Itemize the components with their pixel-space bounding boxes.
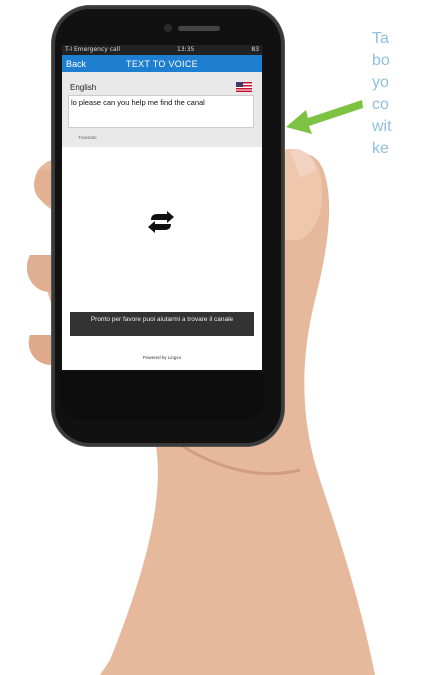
source-panel: English lo please can you help me find t…: [62, 72, 262, 147]
front-camera: [164, 24, 172, 32]
back-button[interactable]: Back: [66, 59, 86, 69]
annotation-line: ke: [372, 140, 389, 157]
source-text-input[interactable]: lo please can you help me find the canal: [68, 95, 254, 128]
translate-button[interactable]: Translate: [78, 135, 97, 140]
status-left: T-I Emergency call: [65, 46, 121, 53]
annotation-line: Ta: [372, 30, 389, 47]
pointer-arrow: [286, 100, 363, 134]
annotation-line: co: [372, 96, 389, 113]
status-time: 13:35: [177, 46, 195, 53]
phone-bezel-bottom: [60, 372, 264, 420]
translation-result: Pronto per favore puoi aiutarmi a trovar…: [70, 312, 254, 336]
status-right: 83: [251, 46, 259, 53]
us-flag-icon[interactable]: [236, 82, 252, 92]
annotation-line: wit: [372, 118, 392, 135]
powered-by-label: Powered by Lingvo: [142, 355, 182, 360]
page-title: TEXT TO VOICE: [126, 58, 198, 69]
phone-screen: T-I Emergency call 13:35 83 Back TEXT TO…: [62, 45, 262, 370]
annotation-text: Ta bo yo co wit ke: [372, 28, 425, 160]
app-bar: Back TEXT TO VOICE: [62, 55, 262, 72]
speaker-grille: [178, 26, 220, 31]
status-bar: T-I Emergency call 13:35 83: [62, 45, 262, 55]
source-language-label[interactable]: English: [70, 83, 96, 92]
annotation-line: yo: [372, 74, 389, 91]
annotation-line: bo: [372, 52, 390, 69]
swap-icon[interactable]: [145, 210, 177, 234]
